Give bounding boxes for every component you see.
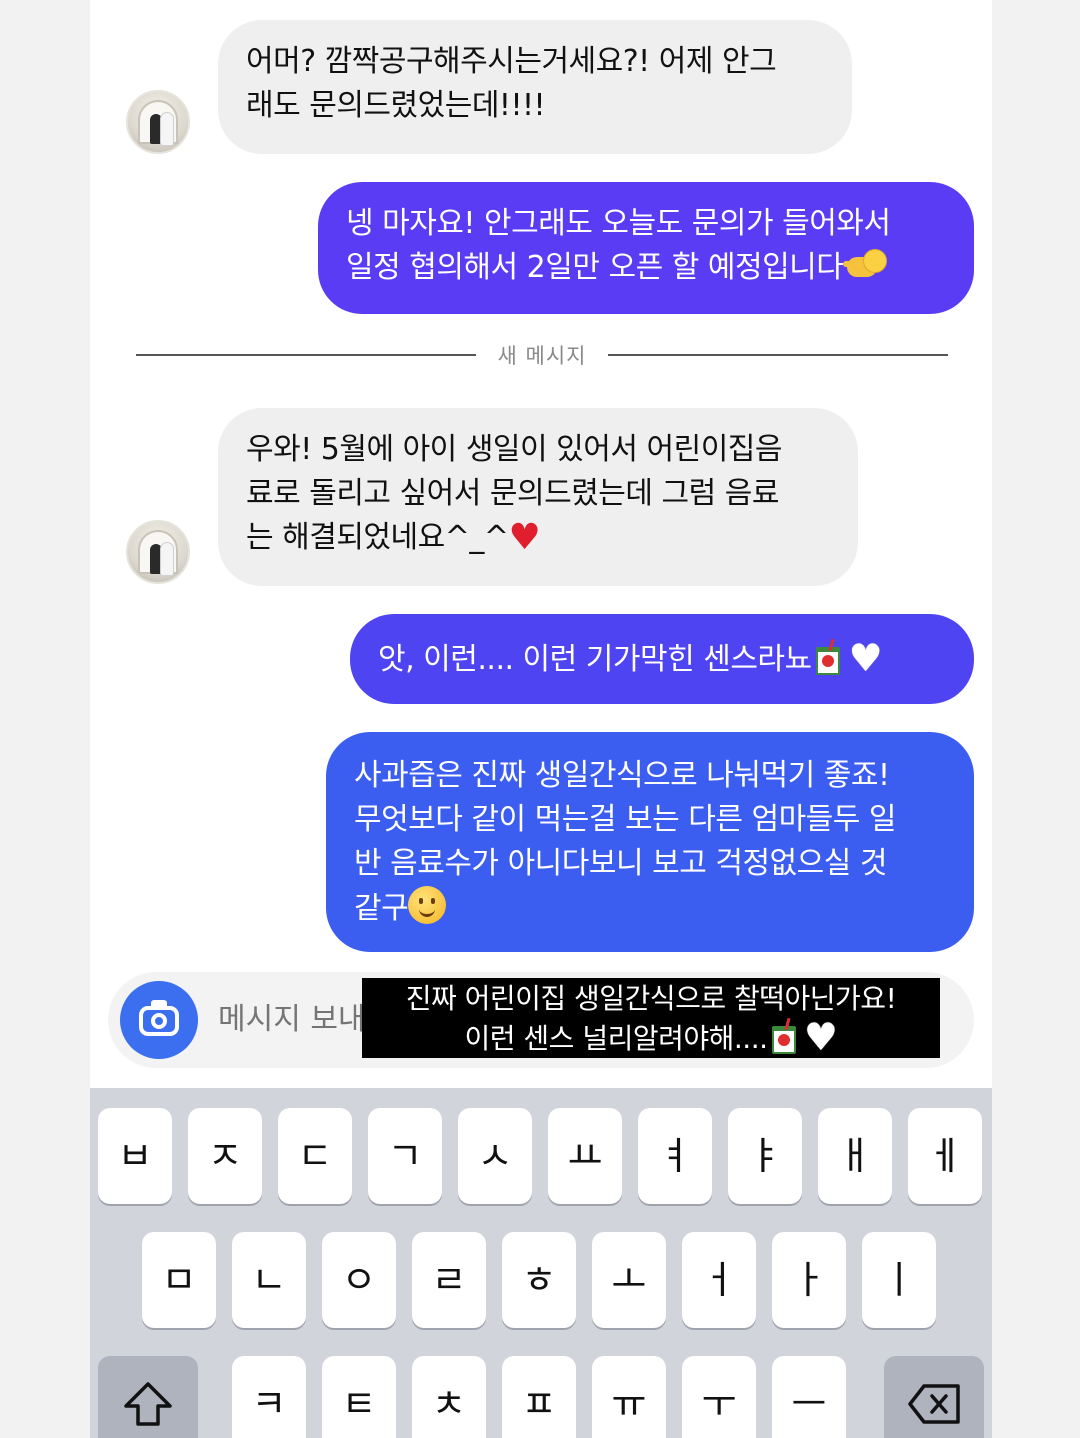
shift-key[interactable] bbox=[98, 1356, 198, 1438]
message-input[interactable] bbox=[218, 992, 378, 1048]
key[interactable]: ㅌ bbox=[322, 1356, 396, 1438]
white-heart-icon: ♥ bbox=[848, 636, 883, 680]
outgoing-message[interactable]: 넹 마자요! 안그래도 오늘도 문의가 들어와서 일정 협의해서 2일만 오픈 … bbox=[318, 182, 974, 314]
korean-keyboard: ㅂ ㅈ ㄷ ㄱ ㅅ ㅛ ㅕ ㅑ ㅐ ㅔ ㅁ ㄴ ㅇ ㄹ ㅎ ㅗ ㅓ ㅏ ㅣ ㅋ … bbox=[90, 1088, 992, 1438]
key[interactable]: ㅑ bbox=[728, 1108, 802, 1204]
pointing-left-face-icon bbox=[843, 249, 888, 283]
key[interactable]: ㅎ bbox=[502, 1232, 576, 1328]
key[interactable]: ㅂ bbox=[98, 1108, 172, 1204]
key[interactable]: ㅁ bbox=[142, 1232, 216, 1328]
key[interactable]: ㅇ bbox=[322, 1232, 396, 1328]
message-text-line: 무엇보다 같이 먹는걸 보는 다른 엄마들두 일 bbox=[354, 802, 897, 837]
incoming-message[interactable]: 어머? 깜짝공구해주시는거세요?! 어제 안그 래도 문의드렸었는데!!!! bbox=[218, 20, 852, 154]
key[interactable]: ㄷ bbox=[278, 1108, 352, 1204]
key[interactable]: ㅗ bbox=[592, 1232, 666, 1328]
avatar[interactable] bbox=[126, 520, 190, 584]
key[interactable]: ㅋ bbox=[232, 1356, 306, 1438]
key[interactable]: ㅜ bbox=[682, 1356, 756, 1438]
smiling-face-icon bbox=[408, 886, 447, 924]
chat-screen: 어머? 깜짝공구해주시는거세요?! 어제 안그 래도 문의드렸었는데!!!! 넹… bbox=[90, 0, 992, 1438]
key[interactable]: ㅈ bbox=[188, 1108, 262, 1204]
shift-arrow-icon bbox=[124, 1382, 172, 1426]
key[interactable]: ㅊ bbox=[412, 1356, 486, 1438]
outgoing-message[interactable]: 앗, 이런.... 이런 기가막힌 센스라뇨 ♥ bbox=[350, 614, 974, 704]
caption-line: 이런 센스 널리알려야해.... ♥ bbox=[464, 1015, 838, 1059]
outgoing-message[interactable]: 사과즙은 진짜 생일간식으로 나눠먹기 좋죠! 무엇보다 같이 먹는걸 보는 다… bbox=[326, 732, 974, 952]
message-text-line: 반 음료수가 아니다보니 보고 걱정없으실 것 bbox=[354, 846, 887, 881]
key[interactable]: ㅠ bbox=[592, 1356, 666, 1438]
key[interactable]: ㅅ bbox=[458, 1108, 532, 1204]
message-text-line: 료로 돌리고 싶어서 문의드렸는데 그럼 음료 bbox=[246, 476, 779, 511]
incoming-message[interactable]: 우와! 5월에 아이 생일이 있어서 어린이집음 료로 돌리고 싶어서 문의드렸… bbox=[218, 408, 858, 586]
key[interactable]: ㅍ bbox=[502, 1356, 576, 1438]
message-text-line: 넹 마자요! 안그래도 오늘도 문의가 들어와서 bbox=[346, 206, 891, 241]
message-text-line: 래도 문의드렸었는데!!!! bbox=[246, 88, 546, 123]
key[interactable]: ㄱ bbox=[368, 1108, 442, 1204]
message-text-line: 어머? 깜짝공구해주시는거세요?! 어제 안그 bbox=[246, 44, 777, 79]
key[interactable]: ㅐ bbox=[818, 1108, 892, 1204]
new-messages-divider: 새 메시지 bbox=[136, 336, 948, 372]
caption-line: 진짜 어린이집 생일간식으로 찰떡아닌가요! bbox=[405, 982, 897, 1015]
key[interactable]: ㅡ bbox=[772, 1356, 846, 1438]
message-text-line: 우와! 5월에 아이 생일이 있어서 어린이집음 bbox=[246, 432, 783, 467]
key[interactable]: ㅣ bbox=[862, 1232, 936, 1328]
message-text-line: 앗, 이런.... 이런 기가막힌 센스라뇨 ♥ bbox=[378, 636, 883, 680]
message-text-line: 일정 협의해서 2일만 오픈 할 예정입니다 bbox=[346, 246, 974, 290]
message-text-line: 같구 bbox=[354, 886, 974, 931]
red-heart-icon: ♥ bbox=[508, 517, 541, 558]
message-text-line: 사과즙은 진짜 생일간식으로 나눠먹기 좋죠! bbox=[354, 758, 890, 793]
white-heart-icon: ♥ bbox=[803, 1015, 838, 1059]
juice-box-icon bbox=[815, 638, 840, 675]
camera-button[interactable] bbox=[120, 981, 198, 1059]
key[interactable]: ㄹ bbox=[412, 1232, 486, 1328]
message-text-line: 는 해결되었네요^_^♥ bbox=[246, 517, 541, 558]
camera-icon bbox=[151, 1013, 167, 1029]
backspace-key[interactable] bbox=[884, 1356, 984, 1438]
key[interactable]: ㅕ bbox=[638, 1108, 712, 1204]
juice-box-icon bbox=[771, 1017, 796, 1054]
key[interactable]: ㅛ bbox=[548, 1108, 622, 1204]
key[interactable]: ㅓ bbox=[682, 1232, 756, 1328]
key[interactable]: ㅔ bbox=[908, 1108, 982, 1204]
caption-overlay: 진짜 어린이집 생일간식으로 찰떡아닌가요! 이런 센스 널리알려야해.... … bbox=[362, 978, 940, 1058]
avatar[interactable] bbox=[126, 90, 190, 154]
key[interactable]: ㄴ bbox=[232, 1232, 306, 1328]
key[interactable]: ㅏ bbox=[772, 1232, 846, 1328]
backspace-icon bbox=[908, 1384, 960, 1424]
